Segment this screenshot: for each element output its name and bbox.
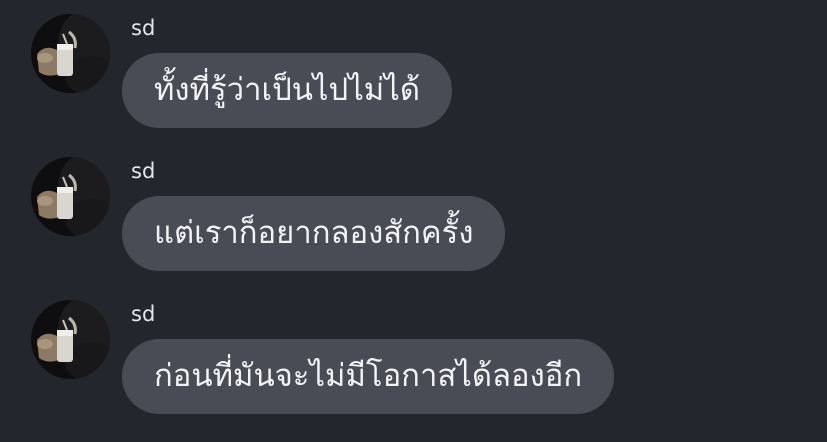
- message-row: sd แต่เราก็อยากลองสักครั้ง: [0, 143, 827, 286]
- sender-name: sd: [131, 302, 156, 326]
- avatar-photo: [31, 300, 110, 379]
- message-bubble[interactable]: ทั้งที่รู้ว่าเป็นไปไม่ได้: [122, 53, 452, 128]
- message-bubble[interactable]: แต่เราก็อยากลองสักครั้ง: [122, 196, 506, 271]
- message-bubble[interactable]: ก่อนที่มันจะไม่มีโอกาสได้ลองอีก: [122, 339, 615, 414]
- sender-name: sd: [131, 16, 156, 40]
- chat-thread: sd ทั้งที่รู้ว่าเป็นไปไม่ได้ sd แต่เราก็…: [0, 0, 827, 442]
- avatar[interactable]: [31, 157, 110, 236]
- avatar[interactable]: [31, 14, 110, 93]
- avatar[interactable]: [31, 300, 110, 379]
- message-row: sd ก่อนที่มันจะไม่มีโอกาสได้ลองอีก: [0, 286, 827, 429]
- sender-name: sd: [131, 159, 156, 183]
- message-row: sd ทั้งที่รู้ว่าเป็นไปไม่ได้: [0, 0, 827, 143]
- avatar-photo: [31, 157, 110, 236]
- avatar-photo: [31, 14, 110, 93]
